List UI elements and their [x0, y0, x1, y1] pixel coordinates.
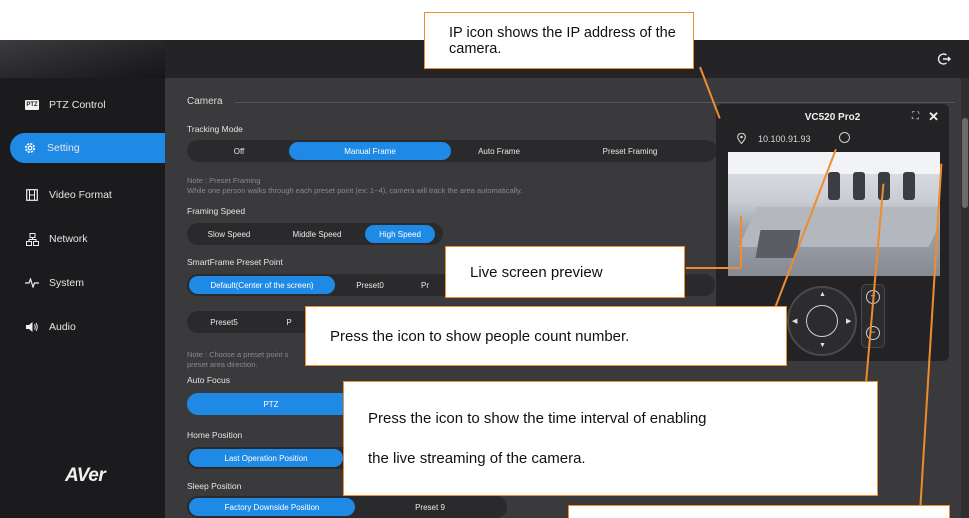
- preset-default[interactable]: Default(Center of the screen): [189, 276, 335, 294]
- preset-partial[interactable]: Pr: [405, 276, 445, 294]
- sleep-position-label: Sleep Position: [187, 481, 242, 491]
- sidebar-header-decoration: [0, 40, 165, 78]
- pan-up-icon[interactable]: ▲: [819, 291, 826, 298]
- home-position-last-operation[interactable]: Last Operation Position: [189, 449, 343, 467]
- camera-ip-address: 10.100.91.93: [758, 134, 811, 144]
- callout-live-preview: Live screen preview: [445, 246, 685, 298]
- sidebar: PTZ PTZ Control Setting Video Format Net…: [0, 40, 165, 518]
- auto-focus-selector: PTZ: [187, 393, 357, 415]
- callout-ip-address: IP icon shows the IP address of the came…: [424, 12, 694, 69]
- sidebar-item-video-format[interactable]: Video Format: [0, 180, 165, 210]
- sidebar-item-system[interactable]: System: [0, 268, 165, 298]
- callout-leader-live-v: [740, 216, 742, 268]
- sidebar-item-label: System: [49, 277, 85, 289]
- close-icon[interactable]: ✕: [928, 109, 939, 125]
- framing-speed-selector: Slow Speed Middle Speed High Speed: [187, 223, 443, 245]
- home-position-selector: Last Operation Position: [187, 447, 367, 469]
- sidebar-item-label: Network: [49, 233, 88, 245]
- note-preset-point-title: Note : Choose a preset point s: [187, 350, 289, 359]
- tracking-mode-off[interactable]: Off: [189, 142, 289, 160]
- preset-0[interactable]: Preset0: [335, 276, 405, 294]
- callout-time-interval: Press the icon to show the time interval…: [343, 381, 878, 496]
- callout-leader-live-h: [686, 267, 741, 269]
- section-divider: [235, 102, 955, 103]
- sidebar-item-network[interactable]: Network: [0, 224, 165, 254]
- note-preset-framing-title: Note : Preset Framing: [187, 176, 261, 185]
- framing-speed-slow[interactable]: Slow Speed: [189, 225, 269, 243]
- callout-text: IP icon shows the IP address of the came…: [449, 24, 676, 57]
- smartframe-preset-label: SmartFrame Preset Point: [187, 257, 283, 267]
- sidebar-item-ptz-control[interactable]: PTZ PTZ Control: [0, 90, 165, 120]
- framing-speed-label: Framing Speed: [187, 206, 246, 216]
- speaker-icon: [25, 320, 39, 334]
- scrollbar-thumb[interactable]: [962, 118, 968, 208]
- ptz-direction-pad[interactable]: ▲ ▼ ◀ ▶: [787, 286, 857, 356]
- sidebar-item-label: Audio: [49, 321, 76, 333]
- tracking-mode-auto-frame[interactable]: Auto Frame: [451, 142, 547, 160]
- ptz-icon: PTZ: [25, 100, 39, 110]
- aver-logo: AVer: [65, 465, 106, 486]
- callout-people-count: Press the icon to show people count numb…: [305, 306, 787, 366]
- pulse-icon: [25, 276, 39, 290]
- dpad-center[interactable]: [806, 305, 838, 337]
- sleep-position-selector: Factory Downside Position Preset 9: [187, 496, 507, 518]
- framing-speed-high[interactable]: High Speed: [365, 225, 435, 243]
- pan-right-icon[interactable]: ▶: [846, 317, 851, 325]
- logout-icon[interactable]: [937, 52, 951, 66]
- tracking-mode-selector: Off Manual Frame Auto Frame Preset Frami…: [187, 140, 717, 162]
- pan-left-icon[interactable]: ◀: [792, 317, 797, 325]
- framing-speed-middle[interactable]: Middle Speed: [269, 225, 365, 243]
- section-title: Camera: [187, 96, 223, 107]
- callout-text-line1: Press the icon to show the time interval…: [368, 409, 707, 427]
- preview-chair: [853, 172, 865, 200]
- preset-5[interactable]: Preset5: [189, 313, 259, 331]
- film-icon: [25, 188, 39, 202]
- sleep-position-preset-9[interactable]: Preset 9: [355, 498, 505, 516]
- tracking-mode-preset-framing[interactable]: Preset Framing: [547, 142, 713, 160]
- pan-down-icon[interactable]: ▼: [819, 342, 826, 349]
- note-preset-framing-text: While one person walks through each pres…: [187, 186, 523, 195]
- ip-location-icon[interactable]: [737, 132, 746, 147]
- tracking-mode-label: Tracking Mode: [187, 124, 243, 134]
- sleep-position-factory[interactable]: Factory Downside Position: [189, 498, 355, 516]
- preview-chair: [903, 172, 915, 200]
- live-screen-preview: [728, 152, 940, 276]
- sidebar-item-label: PTZ Control: [49, 99, 106, 111]
- gear-icon: [23, 141, 37, 155]
- tracking-mode-manual-frame[interactable]: Manual Frame: [289, 142, 451, 160]
- auto-focus-ptz[interactable]: PTZ: [189, 395, 353, 413]
- sidebar-item-label: Video Format: [49, 189, 112, 201]
- network-icon: [25, 232, 39, 246]
- callout-text: Live screen preview: [470, 263, 603, 281]
- sidebar-item-label: Setting: [47, 142, 80, 154]
- preview-chair: [828, 172, 840, 200]
- callout-bottom-partial: [568, 505, 950, 518]
- sidebar-item-audio[interactable]: Audio: [0, 312, 165, 342]
- note-preset-point-text: preset area direction.: [187, 360, 258, 369]
- fullscreen-icon[interactable]: ⛶: [912, 111, 919, 122]
- auto-focus-label: Auto Focus: [187, 375, 230, 385]
- scrollbar[interactable]: [961, 78, 969, 518]
- app-window: PTZ PTZ Control Setting Video Format Net…: [0, 0, 969, 518]
- callout-text: Press the icon to show people count numb…: [330, 327, 630, 345]
- home-position-label: Home Position: [187, 430, 243, 440]
- sidebar-item-setting[interactable]: Setting: [10, 133, 165, 163]
- callout-text-line2: the live streaming of the camera.: [368, 449, 586, 467]
- people-count-icon[interactable]: [839, 132, 850, 143]
